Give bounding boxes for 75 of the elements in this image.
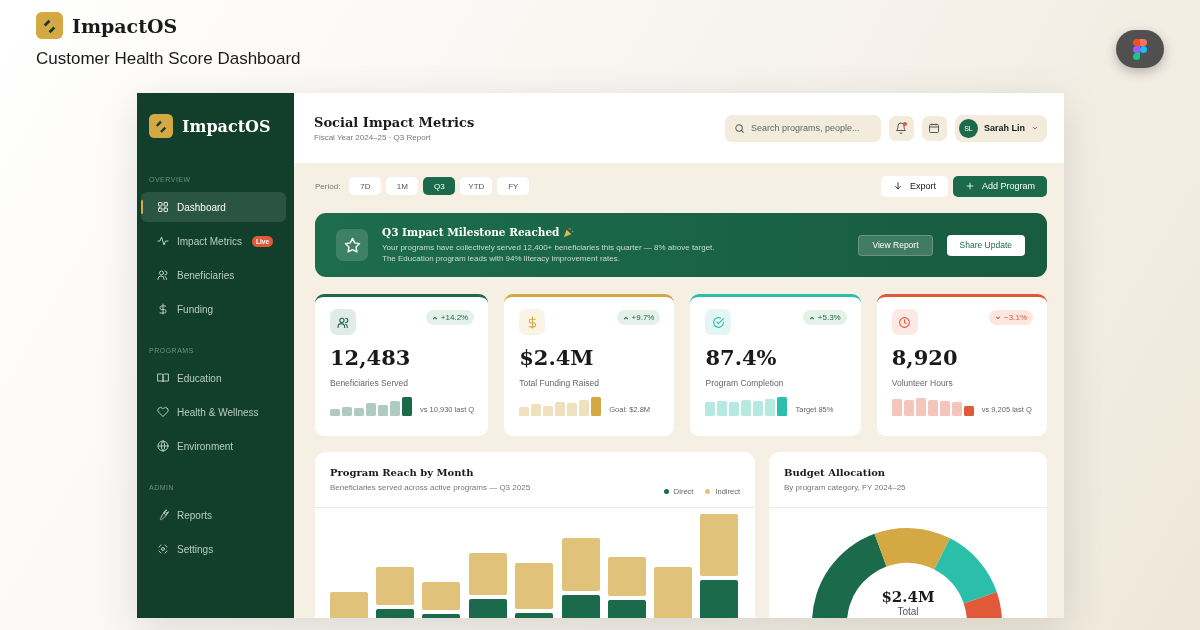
change-badge: +14.2% [425, 310, 475, 325]
page-subtitle: Customer Health Score Dashboard [36, 49, 302, 69]
plus-icon [964, 181, 975, 191]
search-icon [734, 122, 745, 134]
sidebar-item[interactable]: Dashboard [141, 192, 286, 222]
sidebar-item[interactable]: Funding [141, 294, 286, 324]
chevron-down-icon [1031, 124, 1039, 132]
stat-value: 87.4% [705, 345, 778, 370]
change-badge: −3.1% [989, 310, 1033, 325]
banner-text: Your programs have collectively served 12,400+ beneficiaries this quarter — 8% above target. The Education program leads with 94% literacy improvement rates. [382, 242, 716, 264]
caret-down-icon [995, 314, 1002, 321]
calendar-button[interactable] [922, 115, 947, 141]
sidebar-brand: ImpactOS [182, 116, 271, 136]
globe-icon [157, 440, 169, 452]
brand-name: ImpactOS [72, 14, 178, 37]
period-tab[interactable]: YTD [460, 177, 493, 195]
page-subtitle: Fiscal Year 2024–25 · Q3 Report [314, 132, 432, 142]
donut-total: $2.4M [881, 588, 935, 606]
period-tab[interactable]: Q3 [423, 177, 456, 195]
sidebar-item[interactable]: Reports [141, 500, 286, 530]
notification-button[interactable] [889, 115, 914, 141]
banner-title: Q3 Impact Milestone Reached [382, 226, 560, 238]
donut-label: Total [897, 606, 919, 617]
sidebar-item[interactable]: Health & Wellness [141, 397, 286, 427]
page-title: Social Impact Metrics [314, 114, 476, 130]
people-icon [336, 315, 350, 329]
search-field[interactable]: Search programs, people... [725, 114, 881, 142]
logo-icon [149, 114, 173, 138]
heart-icon [157, 406, 169, 418]
user-name: Sarah Lin [984, 123, 1025, 133]
calendar-icon [928, 122, 941, 134]
check-circle-icon [711, 315, 725, 329]
stat-label: Program Completion [705, 378, 785, 388]
stat-value: 8,920 [891, 345, 959, 370]
sidebar-item[interactable]: Environment [141, 431, 286, 461]
caret-up-icon [622, 314, 629, 321]
chart-subtitle: By program category, FY 2024–25 [784, 483, 906, 492]
share-button[interactable]: Share Update [946, 234, 1025, 256]
pulse-line-icon [157, 235, 169, 247]
chart-title: Budget Allocation [784, 467, 887, 478]
stat-value: $2.4M [519, 345, 595, 370]
caret-up-icon [808, 314, 815, 321]
download-arrow-icon [892, 181, 903, 191]
add-button[interactable]: Add Program [952, 175, 1047, 197]
change-badge: +5.3% [802, 310, 847, 325]
stat-value: 12,483 [330, 345, 412, 370]
wrench-icon [157, 509, 169, 521]
stat-label: Volunteer Hours [891, 378, 954, 388]
period-tab[interactable]: FY [497, 177, 530, 195]
party-popper-icon [563, 226, 575, 238]
stat-label: Total Funding Raised [519, 378, 601, 388]
chart-title: Program Reach by Month [330, 467, 475, 478]
period-label: Period: [315, 181, 341, 191]
period-tab[interactable]: 1M [386, 177, 419, 195]
people-icon [157, 269, 169, 281]
clock-icon [898, 315, 912, 329]
figma-icon [1133, 38, 1147, 60]
settings-icon [157, 543, 169, 555]
view-report-button[interactable]: View Report [858, 234, 933, 256]
bell-icon [895, 122, 908, 134]
sidebar-item[interactable]: Education [141, 363, 286, 393]
sidebar-item[interactable]: Beneficiaries [141, 260, 286, 290]
sidebar-item[interactable]: Settings [141, 534, 286, 564]
figma-button[interactable] [1116, 30, 1164, 68]
export-button[interactable]: Export [880, 175, 948, 197]
caret-up-icon [431, 314, 438, 321]
logo-icon [36, 12, 63, 39]
stat-label: Beneficiaries Served [330, 378, 409, 388]
chart-subtitle: Beneficiaries served across active programs — Q3 2025 [330, 483, 532, 492]
star-icon [343, 236, 361, 254]
grid-icon [157, 201, 169, 213]
period-tab[interactable]: 7D [349, 177, 382, 195]
book-icon [157, 372, 169, 384]
dollar-icon [157, 303, 169, 315]
change-badge: +9.7% [616, 310, 661, 325]
